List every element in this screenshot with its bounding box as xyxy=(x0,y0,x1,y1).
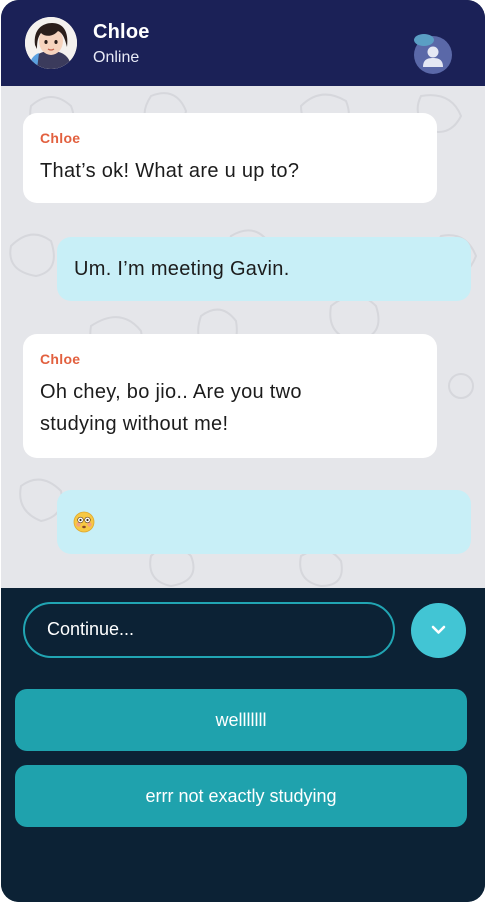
message-sender: Chloe xyxy=(40,351,81,367)
incoming-message: Chloe Oh chey, bo jio.. Are you two stud… xyxy=(23,334,437,458)
message-sender: Chloe xyxy=(40,130,81,146)
reply-panel: Continue... welllllll errr not exactly s… xyxy=(1,588,485,902)
reply-option[interactable]: errr not exactly studying xyxy=(15,765,467,827)
expand-replies-button[interactable] xyxy=(411,603,466,658)
contact-status: Online xyxy=(93,49,140,66)
reply-option[interactable]: welllllll xyxy=(15,689,467,751)
user-icon xyxy=(414,34,452,74)
message-text-line: studying without me! xyxy=(40,413,229,435)
profile-icon[interactable] xyxy=(411,32,453,74)
chat-header: Chloe Online xyxy=(1,0,485,86)
incoming-message: Chloe That’s ok! What are u up to? xyxy=(23,113,437,203)
chevron-down-icon xyxy=(431,625,446,634)
outgoing-message xyxy=(57,490,471,554)
message-text-line: Oh chey, bo jio.. Are you two xyxy=(40,381,302,403)
message-text: That’s ok! What are u up to? xyxy=(40,160,300,182)
message-text: Um. I’m meeting Gavin. xyxy=(74,258,290,280)
chat-screen: Chloe Online Chloe That’s ok! What are u… xyxy=(1,0,485,902)
contact-avatar[interactable] xyxy=(25,17,77,69)
flushed-face-emoji xyxy=(73,511,95,533)
avatar-image xyxy=(25,17,77,69)
message-list[interactable]: Chloe That’s ok! What are u up to? Um. I… xyxy=(1,86,485,588)
message-input[interactable]: Continue... xyxy=(23,602,395,658)
contact-name: Chloe xyxy=(93,21,150,43)
outgoing-message: Um. I’m meeting Gavin. xyxy=(57,237,471,301)
